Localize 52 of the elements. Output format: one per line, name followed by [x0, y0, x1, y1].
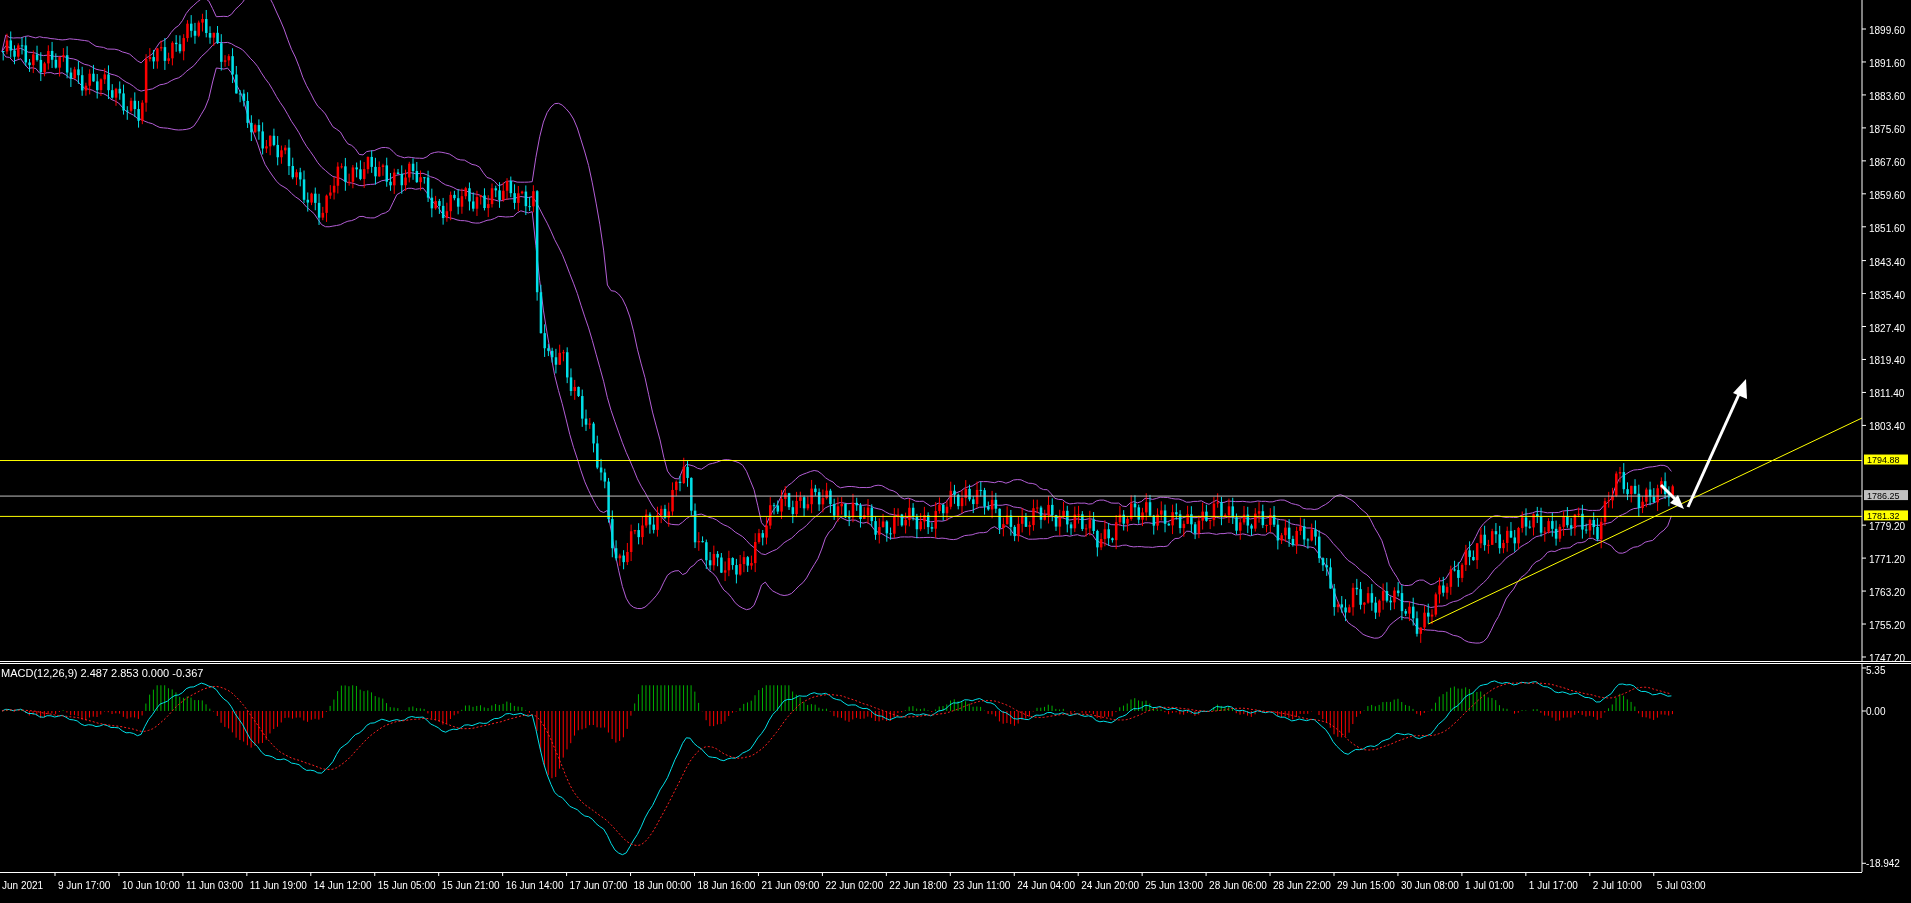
time-label: 24 Jun 04:00 — [1017, 880, 1076, 891]
price-label: 1755.20 — [1869, 620, 1906, 632]
time-label: 11 Jun 03:00 — [185, 880, 243, 891]
time-label: 16 Jun 14:00 — [505, 880, 564, 891]
time-label: 10 Jun 10:00 — [121, 880, 180, 891]
time-label: Jun 2021 — [2, 880, 44, 891]
price-label: 1867.60 — [1869, 156, 1906, 168]
time-label: 1 Jul 01:00 — [1464, 880, 1514, 891]
time-label: 15 Jun 21:00 — [441, 880, 500, 891]
price-label: 1771.20 — [1869, 554, 1906, 566]
time-label: 9 Jun 17:00 — [58, 880, 111, 891]
price-label: 1843.40 — [1869, 256, 1906, 268]
price-tag: 1781.32 — [1864, 510, 1908, 521]
price-label: 1891.60 — [1869, 57, 1906, 69]
time-label: 17 Jun 07:00 — [569, 880, 628, 891]
price-label: 1859.60 — [1869, 189, 1906, 201]
indicator-scale-label: -18.942 — [1866, 858, 1900, 870]
time-label: 18 Jun 16:00 — [697, 880, 756, 891]
time-label: 24 Jun 20:00 — [1081, 880, 1140, 891]
time-label: 29 Jun 15:00 — [1337, 880, 1395, 891]
price-label: 1835.40 — [1869, 289, 1906, 301]
price-label: 1819.40 — [1869, 355, 1906, 367]
time-label: 21 Jun 09:00 — [761, 880, 820, 891]
time-label: 23 Jun 11:00 — [953, 880, 1011, 891]
price-label: 1883.60 — [1869, 90, 1906, 102]
indicator-scale-label: 0.00 — [1866, 706, 1886, 717]
price-label: 1763.20 — [1869, 587, 1906, 599]
time-label: 28 Jun 06:00 — [1209, 880, 1267, 891]
indicator-label: MACD(12,26,9) 2.487 2.853 0.000 -0.367 — [1, 667, 204, 679]
time-label: 18 Jun 00:00 — [633, 880, 692, 891]
price-tag: 1786.25 — [1864, 490, 1908, 501]
time-label: 30 Jun 08:00 — [1400, 880, 1459, 891]
price-label: 1851.60 — [1869, 222, 1906, 234]
time-label: 2 Jul 10:00 — [1592, 880, 1642, 891]
price-tag: 1794.88 — [1864, 454, 1908, 465]
time-label: 5 Jul 03:00 — [1656, 880, 1706, 891]
price-label: 1875.60 — [1869, 123, 1906, 135]
pointer-arrow — [1659, 483, 1684, 509]
time-label: 11 Jun 19:00 — [249, 880, 307, 891]
time-label: 14 Jun 12:00 — [313, 880, 372, 891]
time-label: 28 Jun 22:00 — [1273, 880, 1331, 891]
time-label: 22 Jun 02:00 — [825, 880, 884, 891]
price-label: 1803.40 — [1869, 421, 1906, 433]
price-label: 1827.40 — [1869, 322, 1906, 334]
price-label: 1899.60 — [1869, 25, 1906, 36]
price-label: 1811.40 — [1869, 388, 1905, 400]
time-label: 1 Jul 17:00 — [1528, 880, 1578, 891]
time-label: 15 Jun 05:00 — [377, 880, 436, 891]
time-label: 25 Jun 13:00 — [1145, 880, 1203, 891]
price-label: 1779.20 — [1869, 521, 1906, 533]
indicator-scale-label: 5.35 — [1866, 665, 1886, 676]
time-label: 22 Jun 18:00 — [889, 880, 948, 891]
